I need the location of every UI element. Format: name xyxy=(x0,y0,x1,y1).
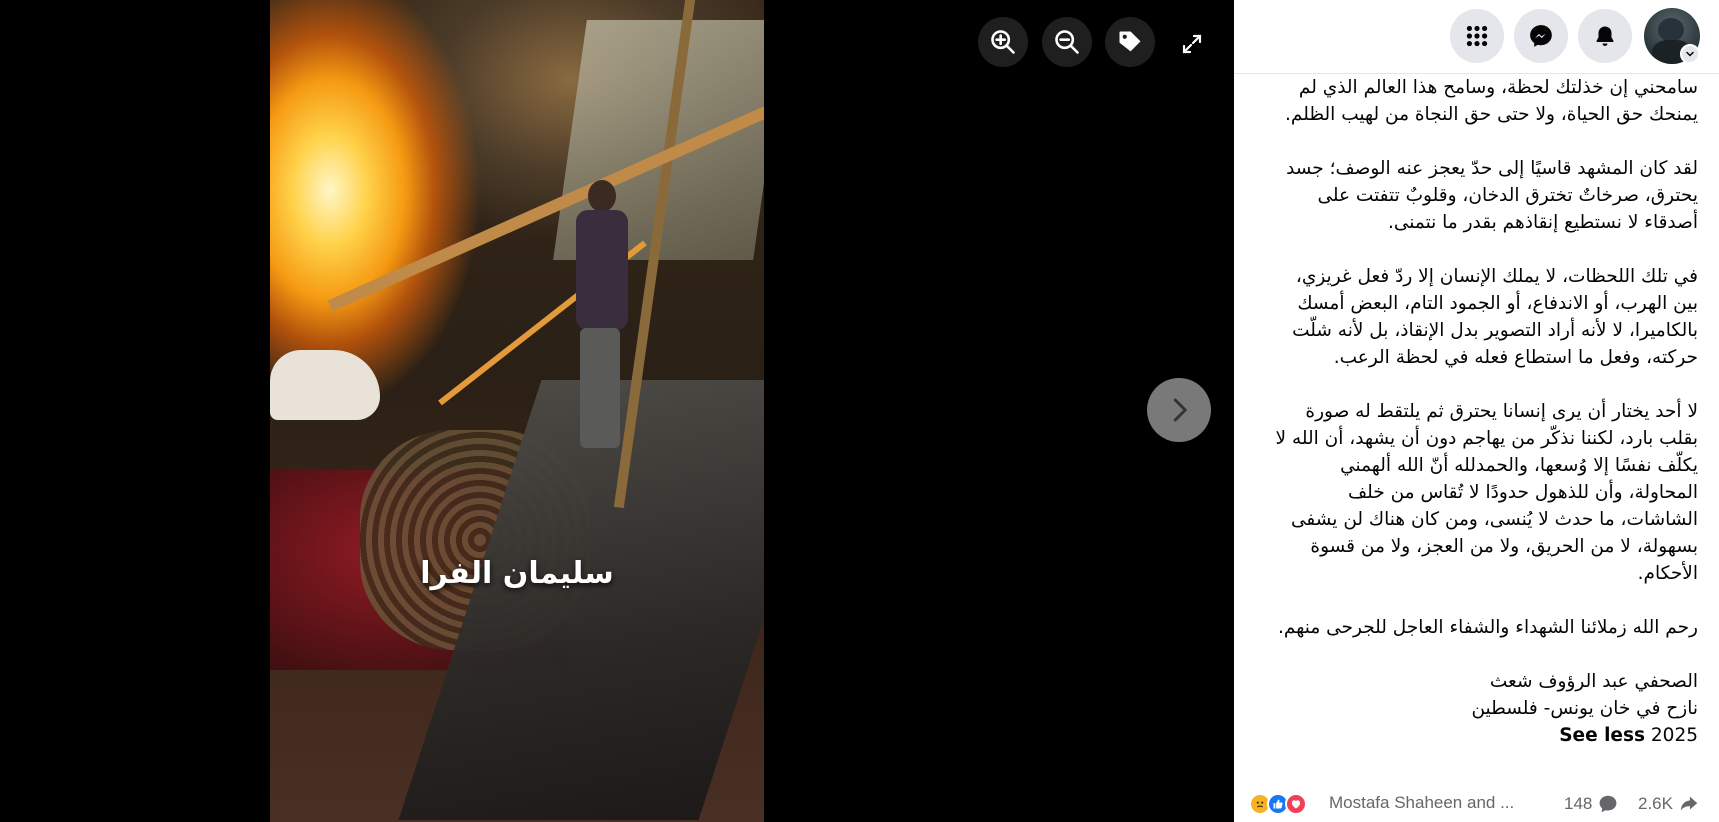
post-line: يحترق، صرخاتٌ تخترق الدخان، وقلوبٌ تتفتت… xyxy=(1317,185,1698,206)
post-text: سامحني إن خذلتك لحظة، وسامح هذا العالم ا… xyxy=(1264,74,1698,774)
post-line: أصدقاء لا نستطيع إنقاذهم بقدر ما نتمنى. xyxy=(1387,212,1698,233)
see-less-link[interactable]: See less xyxy=(1559,725,1645,746)
post-line: المحاولة، وأن للذهول حدودًا لا تُقاس من … xyxy=(1347,482,1698,503)
expand-icon xyxy=(1182,34,1202,54)
comments-count[interactable]: 148 xyxy=(1564,793,1619,815)
post-line: رحم الله زملائنا الشهداء والشفاء العاجل … xyxy=(1278,617,1698,638)
messenger-icon xyxy=(1530,25,1552,47)
post-line: يكلّف نفسًا إلا وُسعها، والحمدلله أنّ ال… xyxy=(1340,455,1698,476)
love-reaction-icon xyxy=(1285,793,1307,815)
messenger-button[interactable] xyxy=(1514,9,1568,63)
zoom-out-icon xyxy=(1055,30,1079,54)
menu-grid-icon xyxy=(1466,25,1488,47)
top-navigation xyxy=(1234,0,1719,74)
shares-count[interactable]: 2.6K xyxy=(1638,793,1700,815)
rescuer-arm xyxy=(270,350,380,420)
post-stats-bar: Mostafa Shaheen and ... 148 2.6K xyxy=(1234,785,1719,822)
standing-person xyxy=(570,180,630,450)
tag-icon xyxy=(1119,31,1141,52)
menu-button[interactable] xyxy=(1450,9,1504,63)
zoom-out-button[interactable] xyxy=(1042,17,1092,67)
zoom-in-icon xyxy=(991,30,1015,54)
share-icon xyxy=(1680,796,1698,811)
shares-count-value: 2.6K xyxy=(1638,794,1673,813)
tag-button[interactable] xyxy=(1105,17,1155,67)
next-media-button[interactable] xyxy=(1147,378,1211,442)
zoom-in-button[interactable] xyxy=(978,17,1028,67)
notifications-button[interactable] xyxy=(1578,9,1632,63)
notifications-bell-icon xyxy=(1596,26,1614,46)
post-line: لقد كان المشهد قاسيًا إلى حدّ يعجز عنه ا… xyxy=(1286,158,1698,179)
post-line: بالكاميرا، لا لأنه أراد التصوير بدل الإن… xyxy=(1292,320,1698,341)
post-line: بسهولة، لا من الحريق، ولا من العجز، ولا … xyxy=(1310,536,1698,557)
photo-viewer-app: سليمان الفرا سامحني إن خذلتك لحظة، وسامح… xyxy=(0,0,1719,822)
video-frame[interactable]: سليمان الفرا xyxy=(270,0,764,822)
post-line: الأحكام. xyxy=(1637,563,1698,584)
post-side-panel: سامحني إن خذلتك لحظة، وسامح هذا العالم ا… xyxy=(1234,0,1719,822)
comment-icon xyxy=(1599,795,1617,813)
post-line: حركته، وفعل ما استطاع فعله في لحظة الرعب… xyxy=(1333,347,1698,368)
fullscreen-button[interactable] xyxy=(1172,24,1212,64)
post-line: الشاشات، ما حدث لا يُنسى، ومن كان هناك ل… xyxy=(1291,509,1698,530)
post-line: لا أحد يختار أن يرى إنسانا يحترق ثم يلتق… xyxy=(1305,401,1698,422)
signature-line: نازح في خان يونس- فلسطين xyxy=(1471,698,1698,719)
account-menu-chevron[interactable] xyxy=(1680,44,1700,64)
post-line: بين الهرب، أو الاندفاع، أو الجمود التام،… xyxy=(1297,293,1698,314)
chevron-right-icon xyxy=(1173,398,1187,422)
post-line: سامحني إن خذلتك لحظة، وسامح هذا العالم ا… xyxy=(1298,77,1698,98)
reaction-names[interactable]: Mostafa Shaheen and ... xyxy=(1329,793,1514,813)
post-line: في تلك اللحظات، لا يملك الإنسان إلا ردّ … xyxy=(1295,266,1698,287)
post-last-line: 2025 See less xyxy=(1264,722,1698,749)
media-viewer: سليمان الفرا xyxy=(0,0,1234,822)
post-line: بقلب بارد، لكننا نذكّر من يهاجم دون أن ي… xyxy=(1275,428,1698,449)
post-line: يمنحك حق الحياة، ولا حتى حق النجاة من له… xyxy=(1285,104,1698,125)
reactions-summary[interactable] xyxy=(1249,793,1307,815)
post-year: 2025 xyxy=(1650,725,1698,746)
video-caption: سليمان الفرا xyxy=(420,556,614,591)
chevron-down-icon xyxy=(1686,51,1694,57)
comments-count-value: 148 xyxy=(1564,794,1593,813)
signature-line: الصحفي عبد الرؤوف شعث xyxy=(1489,671,1698,692)
